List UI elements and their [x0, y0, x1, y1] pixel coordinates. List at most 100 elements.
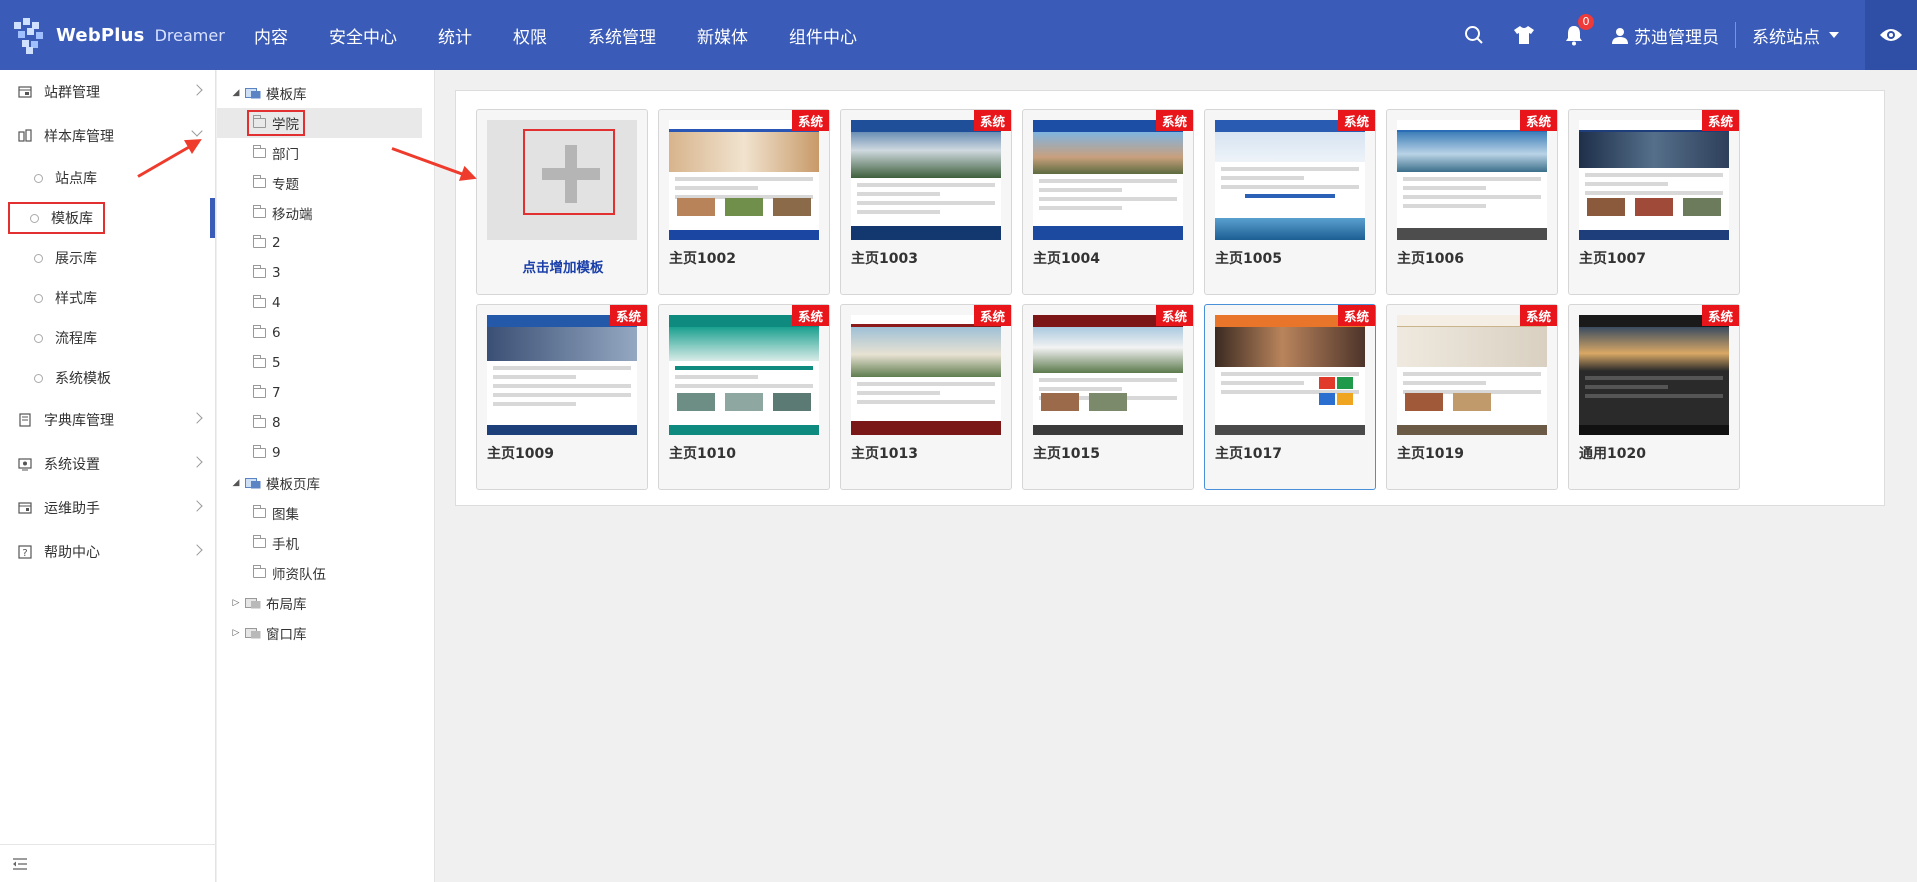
tree-node-page-lib[interactable]: ◢ 模板页库: [217, 468, 434, 498]
sample-lib-icon: [18, 129, 32, 142]
sidebar-group-label: 系统设置: [44, 457, 100, 473]
library-tree: ◢ 模板库 学院 部门 专题 移动端 2 3 4 6 5 7 8 9 ◢ 模板页…: [217, 70, 435, 882]
template-card[interactable]: 系统 主页1010: [658, 304, 830, 490]
system-badge: 系统: [1519, 305, 1557, 326]
library-icon: [245, 598, 261, 609]
tree-node-gallery[interactable]: 图集: [217, 498, 434, 528]
tree-collapsed-toggle-icon[interactable]: ▷: [231, 628, 241, 638]
circle-icon: [30, 213, 39, 223]
template-card[interactable]: 系统 主页1009: [476, 304, 648, 490]
sidebar-item-display-lib[interactable]: 展示库: [0, 238, 215, 278]
system-badge: 系统: [1155, 305, 1193, 326]
nav-components[interactable]: 组件中心: [789, 23, 857, 48]
template-name: 主页1007: [1579, 251, 1646, 267]
nav-new-media[interactable]: 新媒体: [697, 23, 748, 48]
template-name: 主页1005: [1215, 251, 1282, 267]
sidebar-group-help[interactable]: ? 帮助中心: [0, 530, 215, 574]
sidebar-collapse-button[interactable]: [0, 844, 216, 882]
tree-node-8[interactable]: 8: [217, 408, 434, 438]
tree-node-college[interactable]: 学院: [217, 108, 422, 138]
tree-node-template-lib[interactable]: ◢ 模板库: [217, 78, 434, 108]
sidebar-item-flow-lib[interactable]: 流程库: [0, 318, 215, 358]
template-card[interactable]: 系统 主页1005: [1204, 109, 1376, 295]
sidebar-group-site-cluster[interactable]: 站群管理: [0, 70, 215, 114]
tree-node-window-lib[interactable]: ▷ 窗口库: [217, 618, 434, 648]
tree-node-faculty[interactable]: 师资队伍: [217, 558, 434, 588]
tree-node-label: 9: [272, 445, 281, 461]
sidebar-group-label: 样本库管理: [44, 129, 114, 145]
sidebar-group-ops[interactable]: 运维助手: [0, 486, 215, 530]
template-card[interactable]: 系统 主页1019: [1386, 304, 1558, 490]
tree-node-3[interactable]: 3: [217, 258, 434, 288]
nav-permissions[interactable]: 权限: [513, 23, 547, 48]
nav-content[interactable]: 内容: [254, 23, 288, 48]
template-name: 主页1015: [1033, 446, 1100, 462]
top-bar: WebPlus Dreamer 内容 安全中心 统计 权限 系统管理 新媒体 组…: [0, 0, 1917, 70]
system-badge: 系统: [1701, 110, 1739, 131]
template-card[interactable]: 系统 主页1003: [840, 109, 1012, 295]
nav-system-admin[interactable]: 系统管理: [588, 23, 656, 48]
tree-node-5[interactable]: 5: [217, 348, 434, 378]
site-selector[interactable]: 系统站点: [1752, 23, 1839, 48]
tree-node-label: 手机: [272, 537, 299, 553]
search-icon[interactable]: [1462, 23, 1486, 47]
nav-stats[interactable]: 统计: [438, 23, 472, 48]
sidebar-item-site-lib[interactable]: 站点库: [0, 158, 215, 198]
add-template-area: [487, 120, 637, 240]
template-card[interactable]: 系统 主页1002: [658, 109, 830, 295]
tree-node-7[interactable]: 7: [217, 378, 434, 408]
tree-node-9[interactable]: 9: [217, 438, 434, 468]
tree-node-phone[interactable]: 手机: [217, 528, 434, 558]
sidebar-item-style-lib[interactable]: 样式库: [0, 278, 215, 318]
template-card[interactable]: 系统 主页1004: [1022, 109, 1194, 295]
tree-node-layout-lib[interactable]: ▷ 布局库: [217, 588, 434, 618]
template-thumbnail: [669, 120, 819, 240]
template-card[interactable]: 系统 主页1006: [1386, 109, 1558, 295]
preview-eye-button[interactable]: [1865, 0, 1917, 70]
template-card[interactable]: 系统 主页1013: [840, 304, 1012, 490]
nav-security[interactable]: 安全中心: [329, 23, 397, 48]
tree-node-topic[interactable]: 专题: [217, 168, 434, 198]
template-card[interactable]: 系统 主页1017: [1204, 304, 1376, 490]
tree-node-label: 7: [272, 385, 281, 401]
system-badge: 系统: [791, 305, 829, 326]
tree-node-6[interactable]: 6: [217, 318, 434, 348]
tree-node-label: 2: [272, 235, 281, 251]
sidebar-item-label: 样式库: [55, 291, 97, 307]
tree-node-mobile[interactable]: 移动端: [217, 198, 434, 228]
template-card[interactable]: 系统 主页1015: [1022, 304, 1194, 490]
tree-node-label: 8: [272, 415, 281, 431]
template-name: 主页1017: [1215, 446, 1282, 462]
template-name: 主页1002: [669, 251, 736, 267]
template-thumbnail: [1033, 120, 1183, 240]
template-card[interactable]: 系统 通用1020: [1568, 304, 1740, 490]
circle-icon: [34, 253, 43, 263]
template-thumbnail: [1215, 315, 1365, 435]
settings-icon: [18, 458, 32, 471]
logo[interactable]: WebPlus Dreamer: [12, 12, 225, 58]
brand-sub: Dreamer: [154, 25, 225, 45]
tree-expanded-toggle-icon[interactable]: ◢: [231, 478, 241, 488]
tree-node-4[interactable]: 4: [217, 288, 434, 318]
tree-node-label: 布局库: [266, 597, 307, 613]
folder-icon: [253, 265, 266, 278]
add-template-card[interactable]: 点击增加模板: [476, 109, 648, 295]
folder-icon: [253, 385, 266, 398]
tree-node-2[interactable]: 2: [217, 228, 434, 258]
sidebar-group-dictionary[interactable]: 字典库管理: [0, 398, 215, 442]
template-thumbnail: [487, 315, 637, 435]
user-menu[interactable]: 苏迪管理员: [1612, 23, 1719, 48]
tree-expanded-toggle-icon[interactable]: ◢: [231, 88, 241, 98]
system-badge: 系统: [609, 305, 647, 326]
template-card[interactable]: 系统 主页1007: [1568, 109, 1740, 295]
notification-bell-icon[interactable]: 0: [1562, 14, 1594, 47]
sidebar-item-system-template[interactable]: 系统模板: [0, 358, 215, 398]
sidebar-group-settings[interactable]: 系统设置: [0, 442, 215, 486]
sidebar-item-template-lib[interactable]: 模板库: [0, 198, 215, 238]
dictionary-icon: [19, 413, 31, 427]
tree-collapsed-toggle-icon[interactable]: ▷: [231, 598, 241, 608]
plus-highlight: [523, 129, 615, 215]
library-icon: [245, 88, 261, 99]
chevron-right-icon: [191, 84, 203, 96]
theme-shirt-icon[interactable]: [1512, 23, 1536, 47]
